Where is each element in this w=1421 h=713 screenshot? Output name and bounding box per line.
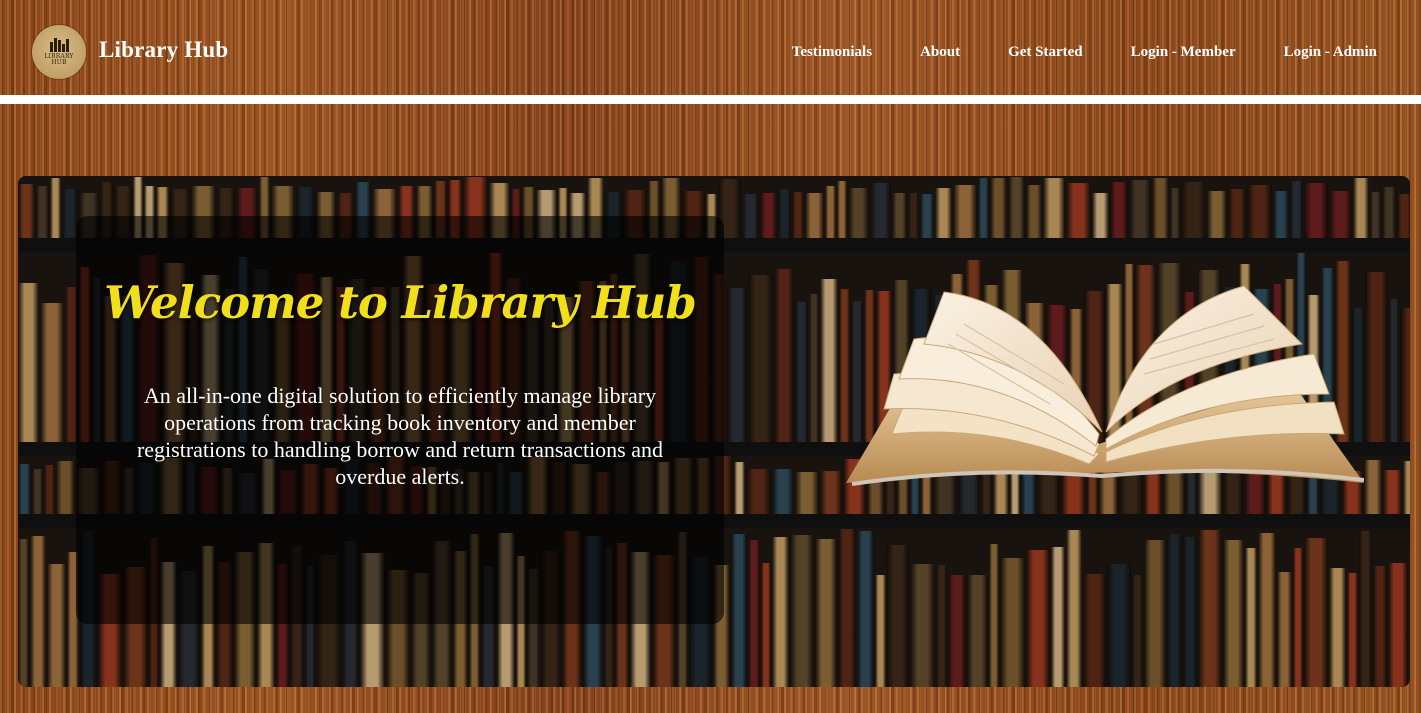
header-divider: [0, 95, 1421, 104]
site-header: LIBRARY HUB Library Hub Testimonials Abo…: [0, 0, 1421, 95]
nav-get-started[interactable]: Get Started: [1008, 44, 1083, 61]
brand-name[interactable]: Library Hub: [99, 37, 228, 63]
nav-testimonials[interactable]: Testimonials: [792, 44, 872, 61]
library-hub-logo[interactable]: LIBRARY HUB: [32, 25, 86, 79]
hero-title: Welcome to Library Hub: [104, 276, 697, 329]
nav-login-admin[interactable]: Login - Admin: [1284, 44, 1377, 61]
logo-text: LIBRARY HUB: [44, 53, 74, 66]
nav-login-member[interactable]: Login - Member: [1131, 44, 1236, 61]
open-book-image: [846, 285, 1364, 486]
nav-about[interactable]: About: [920, 44, 960, 61]
books-icon: [49, 38, 69, 52]
main-nav: Testimonials About Get Started Login - M…: [744, 44, 1377, 61]
hero-section: Welcome to Library Hub An all-in-one dig…: [18, 176, 1410, 687]
hero-description: An all-in-one digital solution to effici…: [136, 383, 664, 489]
